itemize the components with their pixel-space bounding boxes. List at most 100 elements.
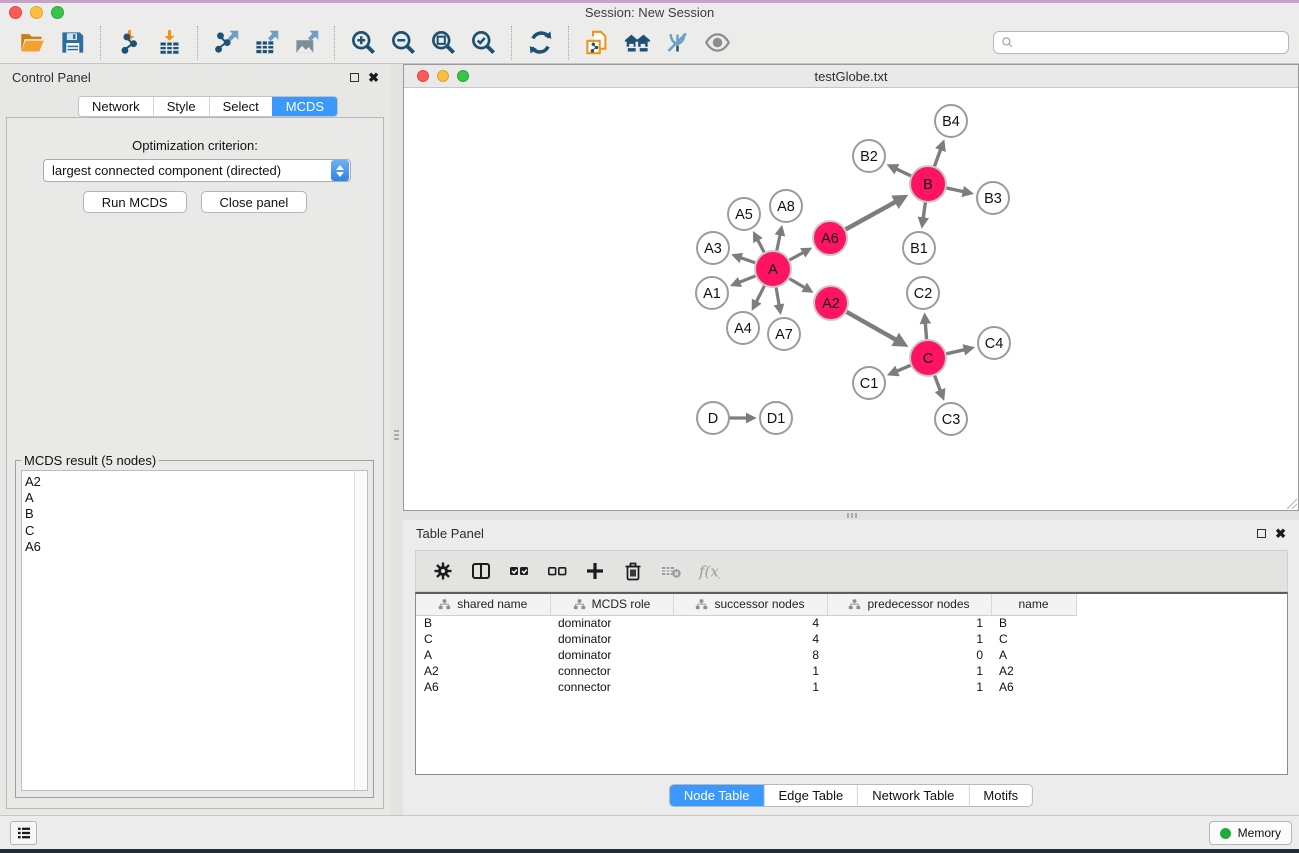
save-session-button[interactable] <box>52 25 92 61</box>
edge-A6-B[interactable] <box>843 197 903 230</box>
result-list-item[interactable]: A2 <box>25 474 367 490</box>
table-cell[interactable]: connector <box>550 663 673 679</box>
result-list-item[interactable]: A <box>25 490 367 506</box>
network-window-titlebar[interactable]: testGlobe.txt <box>404 65 1298 88</box>
node-table[interactable]: shared nameMCDS rolesuccessor nodesprede… <box>415 592 1288 775</box>
task-history-button[interactable] <box>10 821 37 845</box>
memory-button[interactable]: Memory <box>1209 821 1292 845</box>
tab-node-table[interactable]: Node Table <box>670 785 764 806</box>
tab-edge-table[interactable]: Edge Table <box>763 785 857 806</box>
graph-node-B[interactable]: B <box>910 166 946 202</box>
graph-node-C3[interactable]: C3 <box>935 403 967 435</box>
table-cell[interactable]: 1 <box>827 631 991 647</box>
tab-select[interactable]: Select <box>209 97 272 116</box>
table-cell[interactable]: 1 <box>673 663 827 679</box>
graph-node-D[interactable]: D <box>697 402 729 434</box>
result-list-scrollbar[interactable] <box>354 471 367 790</box>
edge-A-A4[interactable] <box>753 283 765 307</box>
edge-C-C4[interactable] <box>944 348 972 354</box>
criterion-select[interactable]: largest connected component (directed) <box>43 159 351 182</box>
first-neighbors-button[interactable] <box>617 25 657 61</box>
table-cell[interactable]: 1 <box>827 615 991 631</box>
unselect-all-button[interactable] <box>538 554 576 588</box>
import-network-button[interactable] <box>109 25 149 61</box>
function-builder-button[interactable]: f(x) <box>690 554 728 588</box>
table-row[interactable]: Adominator80A <box>416 647 1076 663</box>
table-row[interactable]: Cdominator41C <box>416 631 1076 647</box>
edge-A-A3[interactable] <box>735 256 758 264</box>
edge-B-B1[interactable] <box>922 200 926 225</box>
close-panel-icon[interactable]: ✖ <box>1275 529 1286 538</box>
tab-network-table[interactable]: Network Table <box>857 785 968 806</box>
graph-node-A7[interactable]: A7 <box>768 318 800 350</box>
result-list-item[interactable]: B <box>25 506 367 522</box>
select-all-button[interactable] <box>500 554 538 588</box>
apply-layout-button[interactable] <box>520 25 560 61</box>
graph-node-A6[interactable]: A6 <box>813 221 847 255</box>
table-cell[interactable]: A2 <box>991 663 1076 679</box>
graph-node-B4[interactable]: B4 <box>935 105 967 137</box>
edge-B-B2[interactable] <box>890 166 913 177</box>
close-window-button[interactable] <box>9 6 22 19</box>
horizontal-splitter[interactable] <box>403 511 1299 520</box>
table-cell[interactable]: A6 <box>416 679 550 695</box>
table-cell[interactable]: 1 <box>827 679 991 695</box>
edge-B-B3[interactable] <box>944 187 970 193</box>
open-file-button[interactable] <box>12 25 52 61</box>
graph-node-C1[interactable]: C1 <box>853 367 885 399</box>
delete-table-button[interactable] <box>652 554 690 588</box>
mcds-result-list[interactable]: A2ABCA6 <box>21 470 368 791</box>
edge-A-A7[interactable] <box>776 285 780 312</box>
export-network-button[interactable] <box>206 25 246 61</box>
graph-node-D1[interactable]: D1 <box>760 402 792 434</box>
table-cell[interactable]: A2 <box>416 663 550 679</box>
edge-A-A1[interactable] <box>733 275 758 285</box>
edge-A2-C[interactable] <box>844 310 904 344</box>
search-box[interactable] <box>993 31 1289 54</box>
edge-A-A2[interactable] <box>787 277 810 291</box>
graph-node-B2[interactable]: B2 <box>853 140 885 172</box>
graph-node-A2[interactable]: A2 <box>814 286 848 320</box>
table-cell[interactable]: C <box>416 631 550 647</box>
graph-node-C2[interactable]: C2 <box>907 277 939 309</box>
edge-C-C1[interactable] <box>891 364 914 374</box>
graph-node-A5[interactable]: A5 <box>728 198 760 230</box>
result-list-item[interactable]: C <box>25 523 367 539</box>
network-canvas[interactable]: B4B2BB3A8A5A6A3B1AA1C2A2A4A7C4CC1C3DD1 <box>404 88 1298 511</box>
graph-node-B1[interactable]: B1 <box>903 232 935 264</box>
table-row[interactable]: A6connector11A6 <box>416 679 1076 695</box>
zoom-out-button[interactable] <box>383 25 423 61</box>
table-row[interactable]: Bdominator41B <box>416 615 1076 631</box>
table-cell[interactable]: A <box>416 647 550 663</box>
table-cell[interactable]: 0 <box>827 647 991 663</box>
float-panel-icon[interactable] <box>1257 529 1266 538</box>
import-table-button[interactable] <box>149 25 189 61</box>
close-panel-button[interactable]: Close panel <box>201 191 308 213</box>
graph-node-C[interactable]: C <box>910 340 946 376</box>
window-resize-grip-icon[interactable] <box>1284 496 1297 509</box>
graph-node-A1[interactable]: A1 <box>696 277 728 309</box>
edge-C-C2[interactable] <box>925 316 927 342</box>
zoom-window-button[interactable] <box>51 6 64 19</box>
split-view-button[interactable] <box>462 554 500 588</box>
graph-node-A4[interactable]: A4 <box>727 312 759 344</box>
tab-network[interactable]: Network <box>79 97 153 116</box>
run-mcds-button[interactable]: Run MCDS <box>83 191 187 213</box>
table-cell[interactable]: 1 <box>673 679 827 695</box>
graph-node-B3[interactable]: B3 <box>977 182 1009 214</box>
graph-node-C4[interactable]: C4 <box>978 327 1010 359</box>
table-settings-button[interactable] <box>424 554 462 588</box>
show-graphics-details-button[interactable] <box>697 25 737 61</box>
table-cell[interactable]: dominator <box>550 615 673 631</box>
column-header-MCDS-role[interactable]: MCDS role <box>550 594 673 615</box>
table-cell[interactable]: connector <box>550 679 673 695</box>
export-image-button[interactable] <box>286 25 326 61</box>
table-cell[interactable]: C <box>991 631 1076 647</box>
edge-C-C3[interactable] <box>934 373 943 397</box>
table-cell[interactable]: 4 <box>673 631 827 647</box>
column-header-shared-name[interactable]: shared name <box>416 594 550 615</box>
float-panel-icon[interactable] <box>350 73 359 82</box>
hide-graphics-details-button[interactable] <box>657 25 697 61</box>
tab-style[interactable]: Style <box>153 97 209 116</box>
table-cell[interactable]: dominator <box>550 631 673 647</box>
